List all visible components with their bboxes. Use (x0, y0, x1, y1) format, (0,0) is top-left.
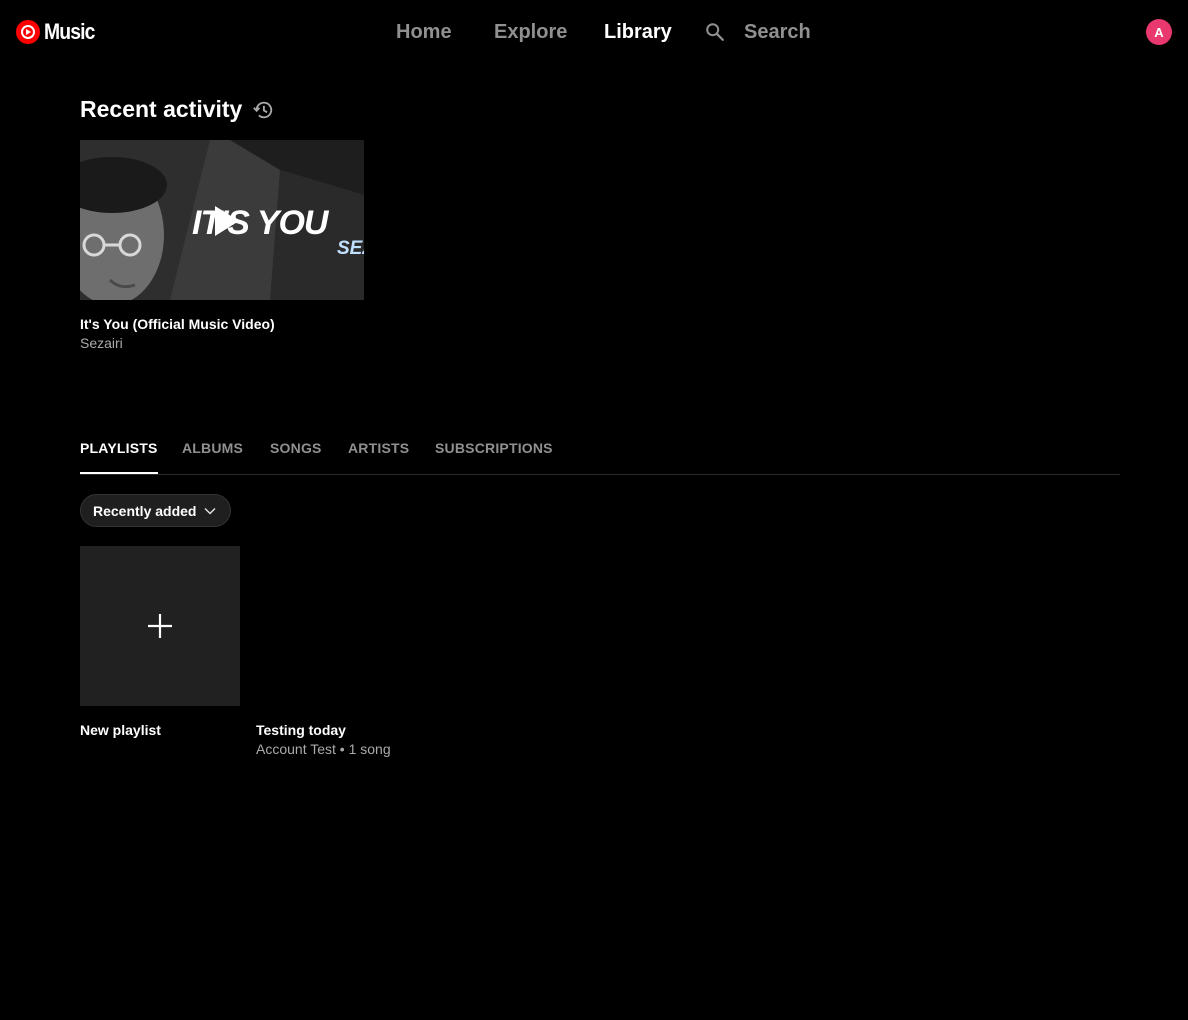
nav-explore[interactable]: Explore (494, 0, 567, 64)
nav-home-label: Home (396, 20, 452, 43)
plus-icon (148, 614, 172, 638)
sort-label: Recently added (93, 502, 197, 519)
tab-songs[interactable]: SONGS (270, 432, 322, 472)
playlist-subtitle: Account Test • 1 song (256, 741, 391, 757)
nav-library-label: Library (604, 20, 672, 43)
nav-home[interactable]: Home (396, 0, 452, 64)
play-icon[interactable] (212, 204, 242, 238)
search-label: Search (744, 20, 811, 43)
thumbnail-tag: SEZ (337, 238, 364, 259)
search-box[interactable]: Search (704, 20, 811, 44)
nav-explore-label: Explore (494, 20, 568, 43)
recent-video-thumbnail[interactable]: IT'S YOU SEZ (80, 140, 364, 300)
youtube-music-logo[interactable]: Music (16, 19, 101, 45)
avatar[interactable]: A (1146, 19, 1172, 45)
tab-subscriptions[interactable]: SUBSCRIPTIONS (435, 432, 553, 472)
recent-item-artist[interactable]: Sezairi (80, 335, 123, 351)
tab-artists[interactable]: ARTISTS (348, 432, 409, 472)
search-icon (706, 23, 724, 41)
logo-text: Music (44, 19, 95, 44)
new-playlist-tile[interactable] (80, 546, 240, 706)
sort-dropdown[interactable]: Recently added (80, 494, 231, 527)
recent-item-title[interactable]: It's You (Official Music Video) (80, 316, 275, 332)
top-bar: Music Home Explore Library Search A (0, 0, 1188, 64)
nav-library[interactable]: Library (604, 0, 672, 64)
new-playlist-label[interactable]: New playlist (80, 722, 161, 738)
library-tabs: PLAYLISTS ALBUMS SONGS ARTISTS SUBSCRIPT… (80, 432, 1120, 475)
recent-activity-heading: Recent activity (80, 96, 243, 122)
tab-albums[interactable]: ALBUMS (182, 432, 243, 472)
play-logo-icon (16, 20, 40, 44)
playlist-title[interactable]: Testing today (256, 722, 346, 738)
tab-playlists[interactable]: PLAYLISTS (80, 432, 158, 474)
chevron-down-icon (204, 507, 216, 515)
playlist-thumbnail[interactable] (256, 546, 416, 706)
history-icon[interactable] (252, 99, 274, 121)
